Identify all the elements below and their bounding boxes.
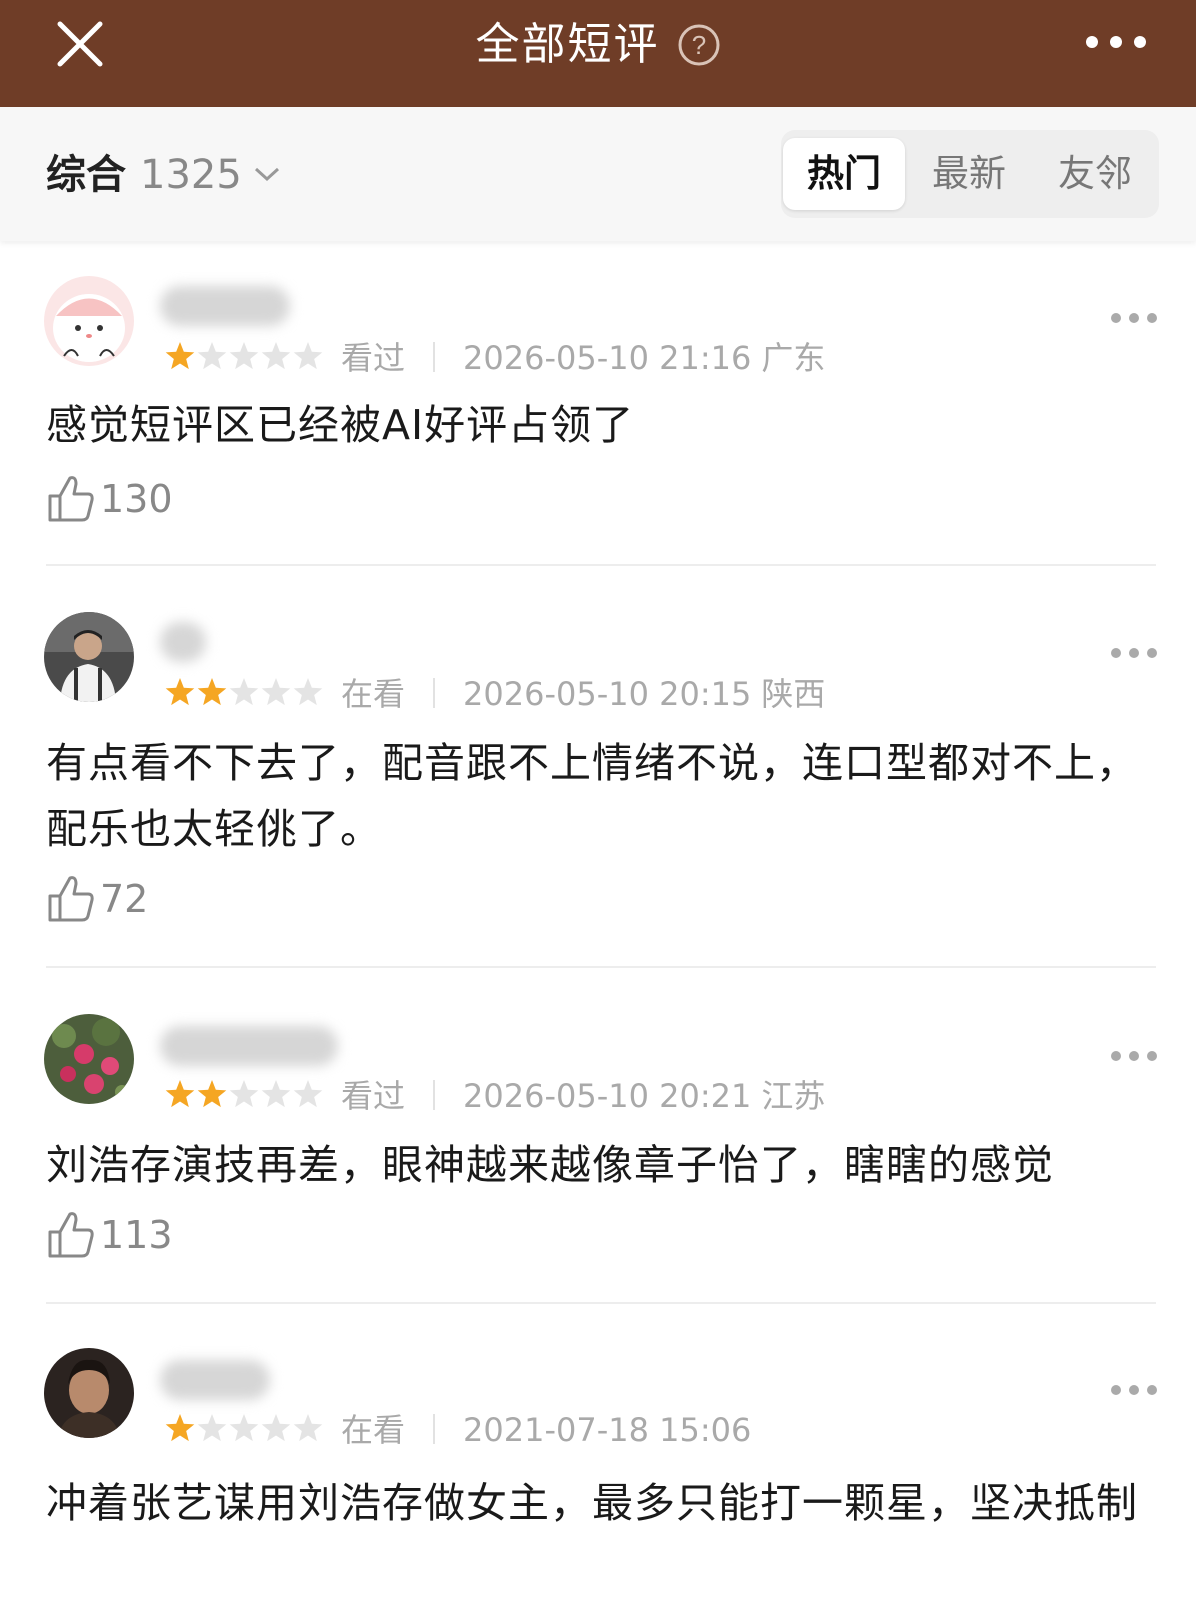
avatar[interactable] (44, 276, 134, 366)
review-datetime: 2026-05-10 20:15 (463, 675, 752, 713)
star-rating (165, 678, 323, 706)
review-content: 感觉短评区已经被AI好评占领了 (46, 401, 635, 449)
page-title: 全部短评 (475, 19, 660, 70)
review-datetime: 2026-05-10 21:16 (463, 339, 752, 377)
thumbs-up-icon (48, 476, 94, 522)
tab-friends[interactable]: 友邻 (1033, 138, 1157, 210)
tab-group: 热门 最新 友邻 (781, 130, 1159, 218)
chevron-down-icon (254, 167, 279, 182)
like-button[interactable]: 72 (46, 872, 148, 926)
star-rating (165, 1080, 323, 1108)
review-meta: 看过 2026-05-10 20:21 江苏 (341, 1076, 825, 1116)
review-meta: 在看 2021-07-18 15:06 (341, 1410, 751, 1450)
review-location: 陕西 (761, 675, 826, 713)
review-content: 刘浩存演技再差，眼神越来越像章子怡了，瞎瞎的感觉 (46, 1141, 1054, 1189)
divider (46, 966, 1156, 968)
meta-divider (433, 1414, 436, 1444)
avatar[interactable] (44, 1014, 134, 1104)
avatar[interactable] (44, 612, 134, 702)
help-icon[interactable]: ? (677, 23, 721, 67)
divider (46, 1302, 1156, 1304)
review-count: 1325 (140, 152, 242, 198)
review-content: 冲着张艺谋用刘浩存做女主，最多只能打一颗星，坚决抵制 (46, 1479, 1138, 1527)
star-filled-icon (165, 342, 195, 370)
star-rating (165, 342, 323, 370)
thumbs-up-icon (48, 1212, 94, 1258)
star-rating (165, 1414, 323, 1442)
review-location: 江苏 (761, 1077, 826, 1115)
star-empty-icon (197, 342, 227, 370)
star-empty-icon (261, 342, 291, 370)
star-empty-icon (197, 1414, 227, 1442)
watch-status: 看过 (341, 1077, 406, 1115)
star-filled-icon (197, 678, 227, 706)
username-blurred[interactable] (160, 1026, 338, 1066)
avatar[interactable] (44, 1348, 134, 1438)
review-location: 广东 (761, 339, 826, 377)
star-empty-icon (293, 342, 323, 370)
star-filled-icon (197, 1080, 227, 1108)
star-empty-icon (261, 1414, 291, 1442)
title-group: 全部短评 ? (0, 16, 1196, 74)
review-content: 有点看不下去了，配音跟不上情绪不说，连口型都对不上，配乐也太轻佻了。 (46, 739, 1138, 853)
sort-label: 综合 (46, 152, 126, 198)
top-bar: 全部短评 ? (0, 0, 1196, 107)
watch-status: 在看 (341, 675, 406, 713)
svg-text:?: ? (691, 30, 705, 60)
star-empty-icon (229, 1080, 259, 1108)
review-meta: 看过 2026-05-10 21:16 广东 (341, 338, 825, 378)
tab-latest[interactable]: 最新 (907, 138, 1031, 210)
review-meta: 在看 2026-05-10 20:15 陕西 (341, 674, 825, 714)
like-count: 113 (100, 1213, 173, 1257)
thumbs-up-icon (48, 876, 94, 922)
star-filled-icon (165, 678, 195, 706)
like-count: 72 (100, 877, 149, 921)
like-button[interactable]: 113 (46, 1208, 173, 1262)
review-more-icon[interactable] (1110, 310, 1158, 326)
username-blurred[interactable] (160, 622, 206, 662)
star-empty-icon (229, 342, 259, 370)
review-more-icon[interactable] (1110, 1382, 1158, 1398)
review-more-icon[interactable] (1110, 645, 1158, 661)
star-empty-icon (229, 1414, 259, 1442)
star-empty-icon (293, 678, 323, 706)
more-icon[interactable] (1084, 30, 1148, 54)
review-more-icon[interactable] (1110, 1048, 1158, 1064)
star-empty-icon (229, 678, 259, 706)
meta-divider (433, 342, 436, 372)
star-filled-icon (165, 1080, 195, 1108)
star-empty-icon (293, 1080, 323, 1108)
star-empty-icon (293, 1414, 323, 1442)
divider (46, 564, 1156, 566)
tab-hot[interactable]: 热门 (783, 138, 905, 210)
review-datetime: 2021-07-18 15:06 (463, 1411, 752, 1449)
meta-divider (433, 1080, 436, 1110)
sort-dropdown[interactable]: 综合 1325 (46, 147, 282, 203)
like-count: 130 (100, 477, 173, 521)
star-filled-icon (165, 1414, 195, 1442)
watch-status: 在看 (341, 1411, 406, 1449)
star-empty-icon (261, 1080, 291, 1108)
like-button[interactable]: 130 (46, 472, 173, 526)
username-blurred[interactable] (160, 1360, 270, 1400)
filter-bar: 综合 1325 热门 最新 友邻 (0, 107, 1196, 241)
star-empty-icon (261, 678, 291, 706)
username-blurred[interactable] (160, 286, 290, 326)
meta-divider (433, 678, 436, 708)
watch-status: 看过 (341, 339, 406, 377)
review-datetime: 2026-05-10 20:21 (463, 1077, 752, 1115)
